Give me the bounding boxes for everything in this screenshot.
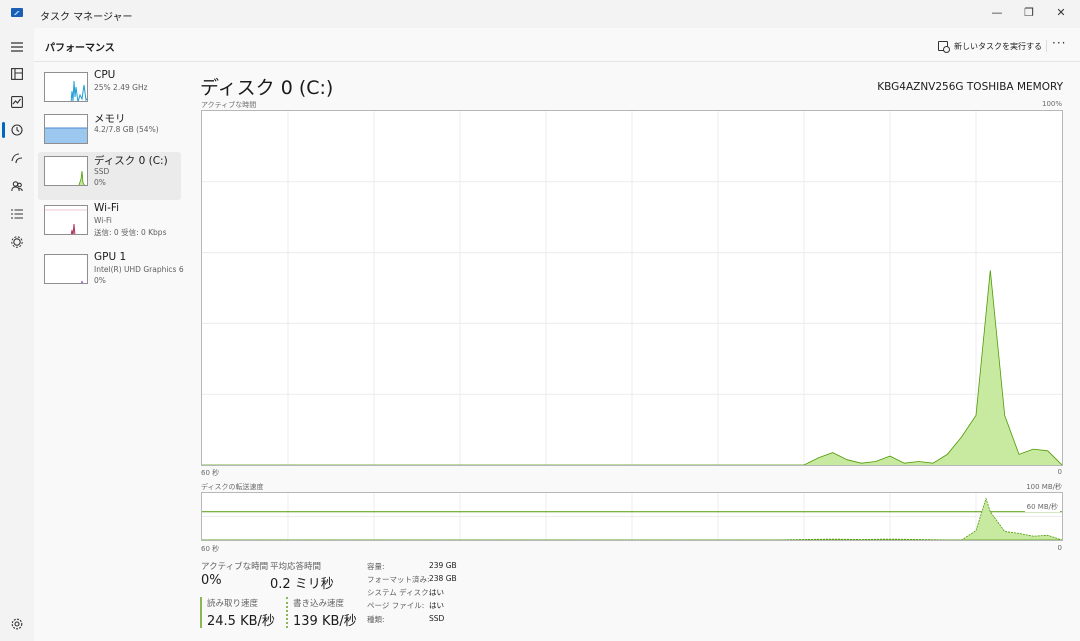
close-button[interactable]: ✕ [1044, 0, 1078, 24]
type-label: 種類: [367, 615, 385, 624]
resource-detail-2: 0% [94, 276, 106, 285]
resource-item-wifi[interactable]: Wi-Fi Wi-Fi 送信: 0 受信: 0 Kbps [38, 201, 181, 249]
gpu-thumbnail-graph [44, 254, 88, 284]
task-manager-app-icon [11, 8, 23, 17]
services-icon[interactable] [8, 233, 26, 251]
maximize-button[interactable]: ❐ [1012, 0, 1046, 24]
header-divider [1046, 40, 1047, 52]
active-time-stat-label: アクティブな時間 [201, 562, 269, 572]
active-time-chart-max: 100% [1041, 100, 1062, 108]
active-time-chart-label: アクティブな時間 [201, 101, 257, 109]
resource-detail-2: 送信: 0 受信: 0 Kbps [94, 228, 167, 237]
navigation-rail [0, 28, 34, 641]
page-file-value: はい [429, 601, 444, 610]
transfer-chart-label: ディスクの転送速度 [201, 483, 264, 491]
write-speed-label: 書き込み速度 [293, 599, 345, 609]
resource-item-memory[interactable]: メモリ 4.2/7.8 GB (54%) [38, 110, 181, 158]
page-file-label: ページ ファイル: [367, 601, 425, 610]
window-title: タスク マネージャー [40, 12, 133, 23]
capacity-label: 容量: [367, 562, 385, 571]
system-disk-value: はい [429, 588, 444, 597]
cpu-thumbnail-graph [44, 72, 88, 102]
transfer-rate-plot [202, 493, 1063, 541]
write-speed-legend-bar [286, 597, 288, 628]
read-speed-legend-bar [200, 597, 202, 628]
read-speed-label: 読み取り速度 [207, 599, 259, 609]
resource-detail: Intel(R) UHD Graphics 6 [94, 265, 184, 274]
detail-title: ディスク 0 (C:) [200, 77, 334, 99]
page-header: パフォーマンス 新しいタスクを実行する ··· [34, 28, 1080, 62]
resource-item-gpu[interactable]: GPU 1 Intel(R) UHD Graphics 6 0% [38, 250, 184, 298]
response-time-value: 0.2 ミリ秒 [270, 577, 334, 592]
memory-thumbnail-graph [44, 114, 88, 144]
disk-thumbnail-graph [44, 156, 88, 186]
formatted-value: 238 GB [429, 574, 457, 583]
resource-item-disk[interactable]: ディスク 0 (C:) SSD 0% [38, 152, 181, 200]
read-speed-value: 24.5 KB/秒 [207, 614, 275, 629]
processes-icon[interactable] [8, 65, 26, 83]
menu-icon[interactable] [8, 38, 26, 56]
app-history-icon[interactable] [8, 121, 26, 139]
response-time-label: 平均応答時間 [270, 562, 322, 572]
resource-detail: 25% 2.49 GHz [94, 83, 148, 92]
active-time-chart [201, 110, 1063, 466]
active-nav-indicator [2, 122, 5, 138]
more-options-button[interactable]: ··· [1052, 36, 1066, 50]
details-icon[interactable] [8, 205, 26, 223]
resource-detail-2: 0% [94, 178, 106, 187]
resource-name: メモリ [94, 113, 126, 125]
run-task-icon [938, 41, 950, 53]
transfer-chart-mid: 60 MB/秒 [1024, 502, 1060, 512]
transfer-rate-chart [201, 492, 1063, 541]
resource-detail: 4.2/7.8 GB (54%) [94, 125, 159, 134]
wifi-thumbnail-graph [44, 205, 88, 235]
resource-detail: Wi-Fi [94, 216, 112, 225]
capacity-value: 239 GB [429, 561, 457, 570]
type-value: SSD [429, 614, 445, 623]
startup-icon[interactable] [8, 149, 26, 167]
minimize-button[interactable]: — [980, 0, 1014, 24]
resource-name: ディスク 0 (C:) [94, 155, 168, 167]
transfer-y-min: 0 [1057, 544, 1062, 552]
write-speed-value: 139 KB/秒 [293, 614, 357, 629]
resource-name: GPU 1 [94, 251, 127, 263]
active-time-y-min: 0 [1057, 468, 1062, 476]
page-title: パフォーマンス [45, 43, 115, 54]
active-time-stat-value: 0% [201, 573, 222, 588]
active-time-x-start: 60 秒 [201, 469, 220, 477]
performance-content: CPU 25% 2.49 GHz メモリ 4.2/7.8 GB (54%) ディ… [34, 62, 1080, 641]
transfer-x-start: 60 秒 [201, 545, 220, 553]
system-disk-label: システム ディスク: [367, 588, 432, 597]
active-time-plot [202, 111, 1063, 466]
users-icon[interactable] [8, 177, 26, 195]
settings-icon[interactable] [8, 615, 26, 633]
run-new-task-label: 新しいタスクを実行する [954, 41, 1042, 51]
run-new-task-button[interactable]: 新しいタスクを実行する [938, 37, 1042, 55]
formatted-label: フォーマット済み: [367, 575, 430, 584]
performance-icon[interactable] [8, 93, 26, 111]
resource-item-cpu[interactable]: CPU 25% 2.49 GHz [38, 68, 181, 116]
title-bar: タスク マネージャー — ❐ ✕ [0, 0, 1080, 28]
resource-name: CPU [94, 69, 116, 81]
disk-model: KBG4AZNV256G TOSHIBA MEMORY [877, 81, 1063, 93]
resource-detail: SSD [94, 167, 110, 176]
transfer-chart-max: 100 MB/秒 [1026, 483, 1062, 491]
resource-name: Wi-Fi [94, 202, 120, 214]
